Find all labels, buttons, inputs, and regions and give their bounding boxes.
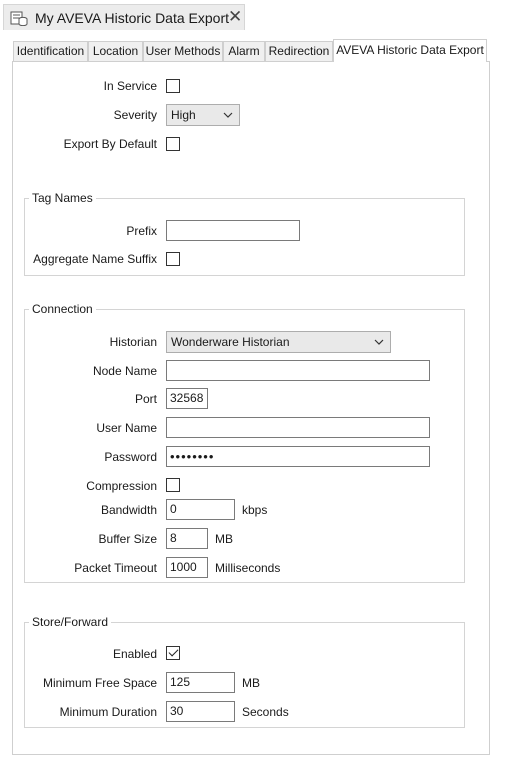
checkmark-icon [168,646,179,657]
prefix-input[interactable] [166,220,300,241]
tab-aveva-historic-data-export[interactable]: AVEVA Historic Data Export [333,39,487,62]
in-service-checkbox[interactable] [166,79,180,93]
chevron-down-icon [223,112,233,118]
buffer-size-input[interactable]: 8 [166,528,208,549]
severity-select[interactable]: High [166,104,240,126]
severity-label: Severity [113,108,157,122]
close-icon[interactable]: ✕ [228,7,242,27]
port-label: Port [134,392,157,406]
minimum-free-space-input[interactable]: 125 [166,672,235,693]
user-name-label: User Name [96,421,157,435]
export-by-default-label: Export By Default [63,137,157,151]
password-label: Password [104,450,157,464]
password-input[interactable]: •••••••• [166,446,430,467]
chevron-down-icon [374,339,384,345]
document-tab[interactable]: My AVEVA Historic Data Export ✕ [3,4,245,30]
packet-timeout-input[interactable]: 1000 [166,557,208,578]
packet-timeout-label: Packet Timeout [74,561,157,575]
compression-label: Compression [86,479,157,493]
export-by-default-checkbox[interactable] [166,137,180,151]
tab-user-methods[interactable]: User Methods [143,41,223,62]
port-input[interactable]: 32568 [166,388,208,409]
window-title: My AVEVA Historic Data Export [35,10,229,26]
buffer-size-unit: MB [215,532,233,546]
compression-checkbox[interactable] [166,478,180,492]
tag-names-group-title: Tag Names [29,191,96,205]
severity-value: High [171,108,196,122]
connection-group-title: Connection [29,302,96,316]
bandwidth-unit: kbps [242,503,268,517]
aggregate-name-suffix-checkbox[interactable] [166,252,180,266]
tab-redirection[interactable]: Redirection [265,41,333,62]
database-object-icon [10,11,28,26]
in-service-label: In Service [103,79,157,93]
bandwidth-input[interactable]: 0 [166,499,235,520]
packet-timeout-unit: Milliseconds [215,561,281,575]
aggregate-name-suffix-label: Aggregate Name Suffix [33,252,157,266]
buffer-size-label: Buffer Size [98,532,157,546]
tab-identification[interactable]: Identification [13,41,88,62]
minimum-duration-input[interactable]: 30 [166,701,235,722]
tab-alarm[interactable]: Alarm [223,41,265,62]
node-name-label: Node Name [92,364,157,378]
historian-value: Wonderware Historian [171,335,290,349]
historian-label: Historian [109,335,157,349]
minimum-duration-label: Minimum Duration [59,705,157,719]
node-name-input[interactable] [166,360,430,381]
historian-select[interactable]: Wonderware Historian [166,331,391,353]
enabled-label: Enabled [112,647,157,661]
tab-location[interactable]: Location [88,41,143,62]
minimum-free-space-unit: MB [242,676,260,690]
minimum-free-space-label: Minimum Free Space [42,676,157,690]
bandwidth-label: Bandwidth [100,503,157,517]
enabled-checkbox[interactable] [166,646,180,660]
prefix-label: Prefix [126,224,157,238]
user-name-input[interactable] [166,417,430,438]
minimum-duration-unit: Seconds [242,705,289,719]
store-forward-group-title: Store/Forward [29,615,112,629]
